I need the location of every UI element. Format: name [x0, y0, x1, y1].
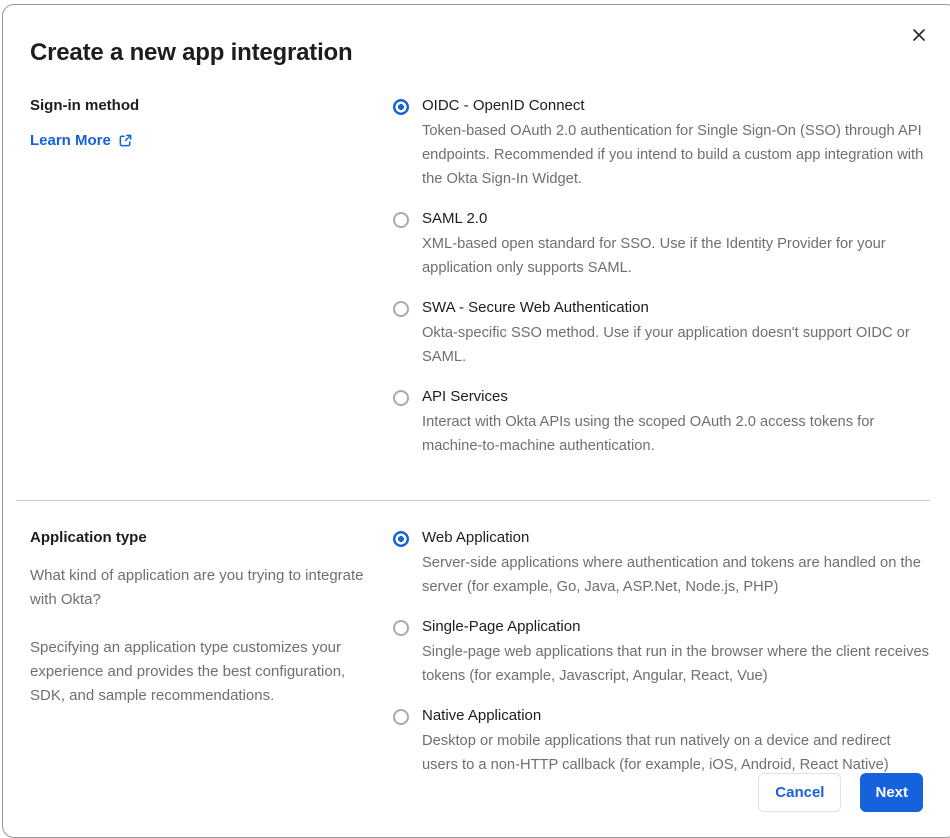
application-type-options: Web Application Server-side applications…: [393, 529, 929, 777]
radio-option-native-application: Native Application Desktop or mobile app…: [393, 707, 929, 777]
radio-option-description: Single-page web applications that run in…: [422, 644, 930, 684]
cancel-button[interactable]: Cancel: [758, 773, 842, 812]
radio-option-description: Token-based OAuth 2.0 authentication for…: [422, 123, 924, 187]
radio-option-description: Okta-specific SSO method. Use if your ap…: [422, 325, 910, 365]
radio-option-label[interactable]: OIDC - OpenID Connect: [422, 97, 929, 114]
signin-method-options: OIDC - OpenID Connect Token-based OAuth …: [393, 97, 929, 458]
radio-option-label[interactable]: Web Application: [422, 529, 929, 546]
signin-method-label: Sign-in method: [30, 97, 140, 114]
radio-button-oidc-openid-connect[interactable]: [393, 99, 409, 115]
external-link-icon: [119, 134, 132, 147]
radio-button-swa-secure-web-authentication[interactable]: [393, 301, 409, 317]
application-type-section: Application type What kind of applicatio…: [3, 529, 950, 777]
next-button[interactable]: Next: [860, 773, 923, 812]
radio-button-single-page-application[interactable]: [393, 620, 409, 636]
signin-method-section: Sign-in method Learn More OIDC - OpenID …: [3, 97, 950, 458]
radio-option-description: Desktop or mobile applications that run …: [422, 733, 891, 773]
radio-button-web-application[interactable]: [393, 531, 409, 547]
application-type-intro-2: Specifying an application type customize…: [30, 639, 346, 704]
learn-more-label: Learn More: [30, 132, 111, 149]
radio-option-description: Server-side applications where authentic…: [422, 555, 921, 595]
modal-title: Create a new app integration: [30, 39, 353, 66]
radio-option-label[interactable]: Native Application: [422, 707, 929, 724]
modal-footer: Cancel Next: [758, 773, 923, 812]
radio-option-oidc-openid-connect: OIDC - OpenID Connect Token-based OAuth …: [393, 97, 929, 191]
radio-option-single-page-application: Single-Page Application Single-page web …: [393, 618, 929, 688]
radio-button-native-application[interactable]: [393, 709, 409, 725]
radio-option-description: XML-based open standard for SSO. Use if …: [422, 236, 886, 276]
application-type-intro-1: What kind of application are you trying …: [30, 567, 364, 608]
radio-button-api-services[interactable]: [393, 390, 409, 406]
radio-option-swa-secure-web-authentication: SWA - Secure Web Authentication Okta-spe…: [393, 299, 929, 369]
radio-option-label[interactable]: SAML 2.0: [422, 210, 929, 227]
radio-option-label[interactable]: Single-Page Application: [422, 618, 929, 635]
close-icon[interactable]: [909, 25, 929, 45]
section-divider: [16, 500, 930, 501]
application-type-label: Application type: [30, 529, 147, 546]
close-x-glyph: [913, 29, 925, 41]
radio-option-label[interactable]: API Services: [422, 388, 929, 405]
radio-option-label[interactable]: SWA - Secure Web Authentication: [422, 299, 929, 316]
radio-option-description: Interact with Okta APIs using the scoped…: [422, 414, 875, 454]
create-app-integration-modal: Create a new app integration Sign-in met…: [2, 4, 950, 838]
radio-option-api-services: API Services Interact with Okta APIs usi…: [393, 388, 929, 458]
radio-button-saml-2-0[interactable]: [393, 212, 409, 228]
radio-option-web-application: Web Application Server-side applications…: [393, 529, 929, 599]
radio-option-saml-2-0: SAML 2.0 XML-based open standard for SSO…: [393, 210, 929, 280]
learn-more-link[interactable]: Learn More: [30, 132, 133, 149]
